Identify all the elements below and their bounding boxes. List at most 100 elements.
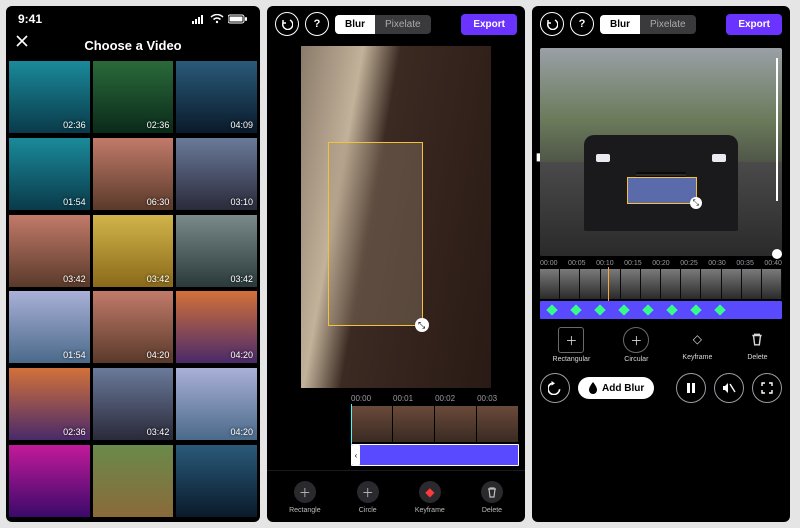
keyframe-marker[interactable] [618, 304, 629, 315]
tool-label: Circle [359, 507, 377, 514]
plus-icon: ＋ [357, 481, 379, 503]
fullscreen-button[interactable] [752, 373, 782, 403]
duration-label: 03:42 [230, 274, 253, 284]
video-preview[interactable]: ⤡ [301, 46, 491, 388]
tool-keyframe[interactable]: ◇ Keyframe [682, 327, 712, 363]
keyframe-marker[interactable] [666, 304, 677, 315]
help-icon[interactable]: ? [305, 12, 329, 36]
keyframe-marker[interactable] [642, 304, 653, 315]
resize-handle-icon[interactable]: ⤡ [690, 197, 702, 209]
tick: 00:01 [393, 394, 413, 403]
video-thumb[interactable]: 04:20 [176, 291, 257, 363]
status-time: 9:41 [18, 12, 42, 26]
timeline: 00:00 00:01 00:02 00:03 ‹ [267, 388, 525, 470]
editor-topbar: ? Blur Pixelate Export [532, 6, 790, 42]
duration-label: 03:10 [230, 197, 253, 207]
tool-circle[interactable]: ＋ Circle [357, 481, 379, 514]
video-grid: 02:3602:3604:0901:5406:3003:1003:4203:42… [6, 58, 260, 522]
keyframe-marker[interactable] [546, 304, 557, 315]
tool-rectangular[interactable]: ＋ Rectangular [553, 327, 591, 363]
video-thumb[interactable]: 02:36 [9, 368, 90, 440]
video-thumb[interactable]: 06:30 [93, 138, 174, 210]
undo-button[interactable] [275, 12, 299, 36]
signal-icon [192, 14, 206, 24]
tool-delete[interactable]: Delete [481, 481, 503, 514]
keyframe-marker[interactable] [594, 304, 605, 315]
restart-button[interactable] [540, 373, 570, 403]
video-thumb[interactable]: 03:42 [93, 368, 174, 440]
duration-label: 04:20 [230, 427, 253, 437]
duration-label: 01:54 [63, 350, 86, 360]
tab-pixelate[interactable]: Pixelate [375, 15, 431, 34]
tick: 00:40 [764, 260, 782, 267]
video-thumb[interactable] [176, 445, 257, 517]
blur-selection-rect[interactable]: ⤡ [627, 177, 697, 204]
duration-label: 02:36 [147, 120, 170, 130]
clip-grip-left[interactable]: ‹ [352, 445, 360, 465]
frame-strip[interactable] [351, 406, 519, 442]
tick: 00:02 [435, 394, 455, 403]
close-icon[interactable] [16, 35, 28, 47]
playhead[interactable] [351, 404, 352, 444]
add-blur-button[interactable]: Add Blur [578, 377, 654, 399]
playhead[interactable] [608, 267, 609, 301]
tick: 00:25 [680, 260, 698, 267]
add-blur-label: Add Blur [602, 383, 644, 394]
blur-track[interactable]: ‹ [351, 444, 519, 466]
tab-blur[interactable]: Blur [600, 15, 640, 34]
help-icon[interactable]: ? [570, 12, 594, 36]
tool-label: Keyframe [682, 354, 712, 361]
video-thumb[interactable]: 04:20 [176, 368, 257, 440]
tool-label: Circular [624, 356, 648, 363]
shape-toolbar: ＋ Rectangular ＋ Circular ◇ Keyframe Dele… [532, 319, 790, 367]
duration-label: 04:20 [147, 350, 170, 360]
video-thumb[interactable] [9, 445, 90, 517]
video-thumb[interactable]: 03:10 [176, 138, 257, 210]
video-thumb[interactable]: 04:09 [176, 61, 257, 133]
tool-circular[interactable]: ＋ Circular [623, 327, 649, 363]
editor-topbar: ? Blur Pixelate Export [267, 6, 525, 42]
tab-blur[interactable]: Blur [335, 15, 375, 34]
resize-handle-icon[interactable]: ⤡ [415, 318, 429, 332]
mute-button[interactable] [714, 373, 744, 403]
video-thumb[interactable]: 03:42 [176, 215, 257, 287]
export-button[interactable]: Export [726, 14, 782, 35]
duration-label: 01:54 [63, 197, 86, 207]
tab-pixelate[interactable]: Pixelate [640, 15, 696, 34]
video-thumb[interactable]: 02:36 [93, 61, 174, 133]
tool-delete[interactable]: Delete [745, 327, 769, 363]
frame-strip[interactable] [540, 269, 782, 299]
page-title: Choose a Video [84, 38, 181, 53]
video-preview[interactable]: ⤡ [540, 48, 782, 256]
blur-selection-rect[interactable]: ⤡ [328, 142, 423, 327]
video-thumb[interactable]: 03:42 [93, 215, 174, 287]
editor-portrait-screen: ? Blur Pixelate Export ⤡ 00:00 00:01 00:… [267, 6, 525, 522]
video-thumb[interactable]: 01:54 [9, 138, 90, 210]
tool-keyframe[interactable]: ◆ Keyframe [415, 481, 445, 514]
video-thumb[interactable]: 02:36 [9, 61, 90, 133]
video-thumb[interactable]: 03:42 [9, 215, 90, 287]
effect-segmented-control: Blur Pixelate [600, 15, 696, 34]
keyframe-track[interactable] [540, 301, 782, 319]
tool-rectangle[interactable]: ＋ Rectangle [289, 481, 321, 514]
export-button[interactable]: Export [461, 14, 517, 35]
keyframe-marker[interactable] [714, 304, 725, 315]
trash-icon [481, 481, 503, 503]
editor-car-screen: ? Blur Pixelate Export ▮▮ ⤡ 00:0000:0500… [532, 6, 790, 522]
tick: 00:15 [624, 260, 642, 267]
duration-label: 03:42 [147, 427, 170, 437]
duration-label: 04:09 [230, 120, 253, 130]
video-thumb[interactable]: 04:20 [93, 291, 174, 363]
keyframe-marker[interactable] [690, 304, 701, 315]
plus-icon: ＋ [623, 327, 649, 353]
trash-icon [745, 327, 769, 351]
shape-toolbar: ＋ Rectangle ＋ Circle ◆ Keyframe Delete [267, 470, 525, 522]
undo-button[interactable] [540, 12, 564, 36]
keyframe-marker[interactable] [570, 304, 581, 315]
video-thumb[interactable]: 01:54 [9, 291, 90, 363]
video-thumb[interactable] [93, 445, 174, 517]
pause-button[interactable] [676, 373, 706, 403]
tick: 00:00 [540, 260, 558, 267]
intensity-slider[interactable] [770, 58, 784, 206]
tick: 00:30 [708, 260, 726, 267]
